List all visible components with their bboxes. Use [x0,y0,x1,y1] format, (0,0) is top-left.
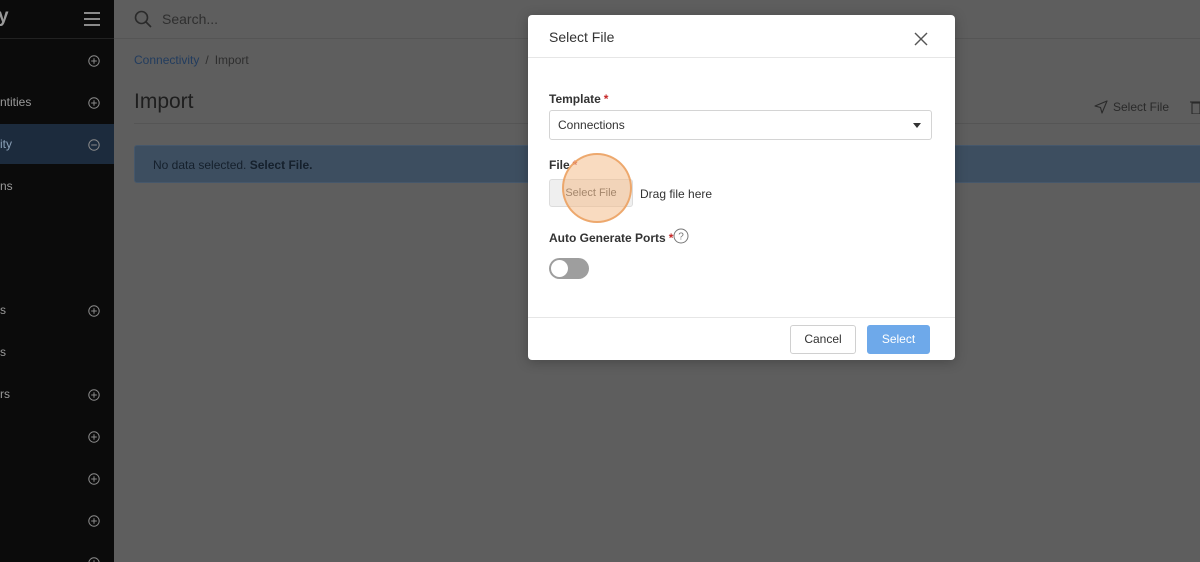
sidebar-item[interactable] [0,500,114,540]
breadcrumb-link-connectivity[interactable]: Connectivity [134,53,199,67]
plus-circle-icon[interactable] [88,304,100,317]
sidebar-item[interactable] [0,40,114,80]
minus-circle-icon[interactable] [88,138,100,151]
sidebar-item[interactable]: s [0,332,114,372]
send-icon [1094,100,1108,114]
drag-drop-zone[interactable]: Drag file here [640,187,712,201]
auto-generate-ports-label-text: Auto Generate Ports [549,231,666,245]
auto-generate-ports-toggle[interactable] [549,258,589,279]
sidebar-item-label: rs [0,387,10,401]
sidebar-item[interactable] [0,542,114,562]
sidebar: y ntities ity ns s s rs [0,0,114,562]
caret-down-icon [913,123,921,128]
sidebar-item-label: ns [0,179,13,193]
cancel-button[interactable]: Cancel [790,325,856,354]
required-mark: * [572,158,578,172]
search-icon[interactable] [134,10,152,28]
page-title: Import [134,90,194,113]
alert-text: No data selected. [153,158,247,172]
svg-text:?: ? [678,232,684,243]
plus-circle-icon[interactable] [88,430,100,443]
sidebar-header: y [0,0,114,39]
plus-circle-icon[interactable] [88,54,100,67]
select-file-action-label: Select File [1113,100,1170,114]
auto-generate-ports-label: Auto Generate Ports * [549,231,673,245]
toggle-knob [551,260,568,277]
sidebar-item[interactable]: s [0,290,114,330]
sidebar-item[interactable]: ns [0,166,114,206]
template-label: Template * [549,92,608,106]
plus-circle-icon[interactable] [88,472,100,485]
template-select[interactable]: Connections [549,110,932,140]
plus-circle-icon[interactable] [88,556,100,562]
file-label-text: File [549,158,570,172]
template-label-text: Template [549,92,601,106]
plus-circle-icon[interactable] [88,388,100,401]
file-label: File * [549,158,577,172]
sidebar-item-label: ntities [0,95,32,109]
close-icon[interactable] [914,32,930,48]
sidebar-item[interactable]: ity [0,124,114,164]
sidebar-item[interactable] [0,458,114,498]
select-file-button[interactable]: Select File [549,179,633,207]
search-input[interactable] [162,8,462,30]
sidebar-item-label: ity [0,137,12,151]
breadcrumb: Connectivity / Import [134,53,249,67]
trash-icon[interactable] [1190,100,1200,115]
sidebar-item[interactable]: rs [0,374,114,414]
select-file-modal: Select File Template * Connections File * … [528,15,955,360]
required-mark: * [603,92,609,106]
plus-circle-icon[interactable] [88,96,100,109]
plus-circle-icon[interactable] [88,514,100,527]
select-button[interactable]: Select [867,325,930,354]
sidebar-item-label: s [0,345,6,359]
breadcrumb-current: Import [214,53,249,67]
alert-select-file-link[interactable]: Select File. [250,158,313,172]
help-icon[interactable]: ? [673,228,689,244]
breadcrumb-separator: / [205,53,209,67]
sidebar-item[interactable] [0,416,114,456]
sidebar-item-label: s [0,303,6,317]
sidebar-item[interactable]: ntities [0,82,114,122]
modal-footer: Cancel Select [528,317,955,361]
brand-logo: y [0,6,9,27]
select-file-action[interactable]: Select File [1094,98,1169,116]
template-select-value: Connections [558,118,625,132]
hamburger-menu-icon[interactable] [84,12,100,26]
modal-title: Select File [549,29,615,45]
modal-header: Select File [528,15,955,58]
